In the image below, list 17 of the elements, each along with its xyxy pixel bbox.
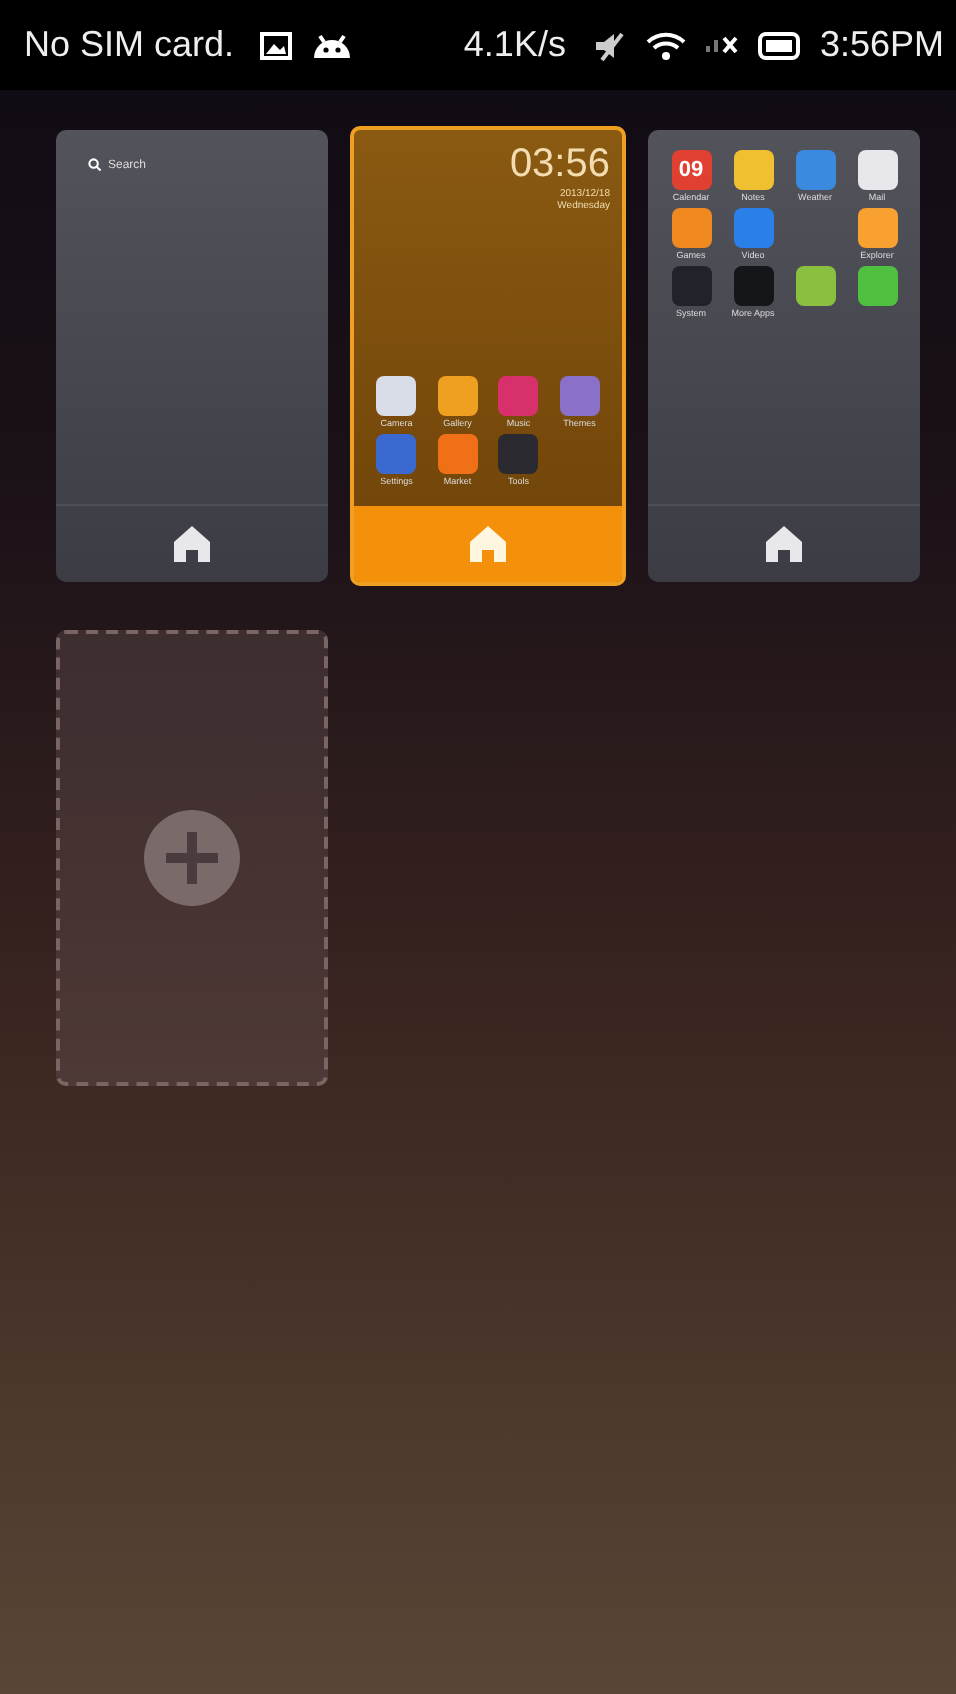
mute-icon [591, 29, 628, 61]
app-icon: 09 [671, 150, 711, 190]
plus-icon [142, 808, 242, 908]
android-icon [310, 29, 355, 61]
carrier-text: No SIM card. [24, 24, 235, 66]
clock-text: 3:56PM [819, 24, 944, 66]
home-icon [764, 524, 804, 564]
network-speed: 4.1K/s [463, 24, 566, 66]
image-icon [260, 31, 293, 59]
home-icon [468, 524, 508, 564]
add-screen-button[interactable] [56, 630, 328, 1086]
home-icon [172, 524, 212, 564]
search-icon [88, 158, 102, 172]
clock-widget-time: 03:56 [507, 142, 610, 188]
no-signal-icon [703, 36, 740, 54]
battery-icon [757, 31, 802, 59]
wifi-icon [645, 29, 686, 61]
